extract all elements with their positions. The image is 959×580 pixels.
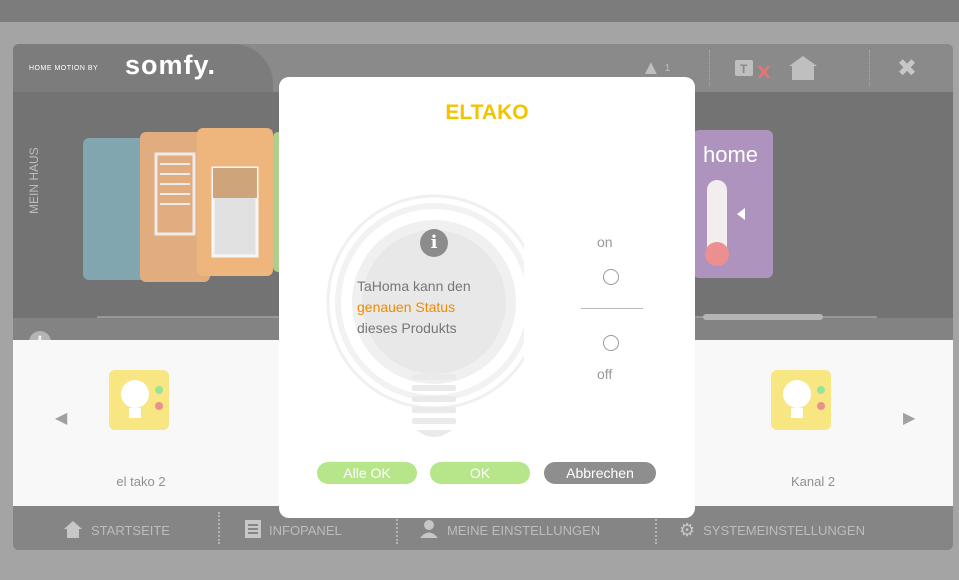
radio-divider <box>581 308 643 309</box>
on-radio[interactable] <box>603 269 619 285</box>
ok-button[interactable]: OK <box>430 462 530 484</box>
off-label: off <box>597 366 613 382</box>
eltako-dialog: ELTAKO i TaHoma kann den genauen Status … <box>279 77 695 518</box>
dialog-title: ELTAKO <box>445 101 529 124</box>
status-message: TaHoma kann den genauen Status dieses Pr… <box>357 276 471 339</box>
off-radio[interactable] <box>603 335 619 351</box>
status-line: TaHoma kann den <box>357 278 471 294</box>
info-icon: i <box>420 229 448 257</box>
abbrechen-button[interactable]: Abbrechen <box>544 462 656 484</box>
status-line: dieses Produkts <box>357 320 457 336</box>
status-highlight: genauen Status <box>357 299 456 315</box>
on-label: on <box>597 234 613 250</box>
alle-ok-button[interactable]: Alle OK <box>317 462 417 484</box>
